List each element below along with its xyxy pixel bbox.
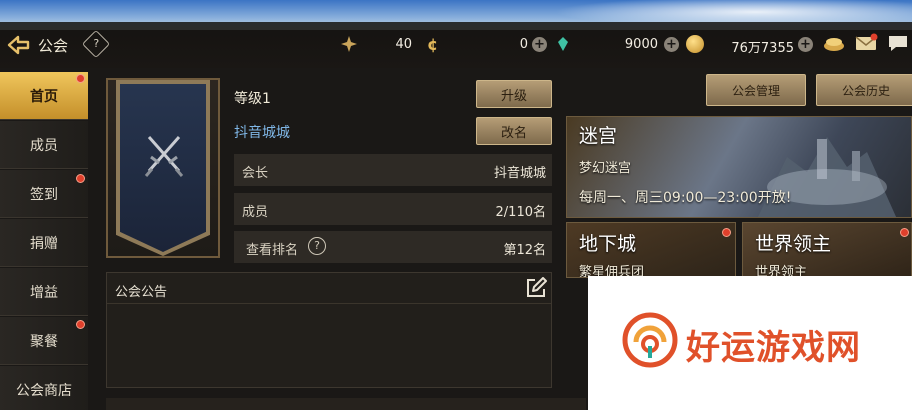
treasure-icon[interactable] <box>822 32 846 54</box>
dinner-badge <box>76 320 85 329</box>
page-title: 公会 <box>38 37 69 55</box>
gold-value: 76万7355 <box>731 41 794 56</box>
sidebar-item-members[interactable]: 成员 <box>0 121 88 169</box>
checkin-badge <box>76 174 85 183</box>
leader-row: 会长 抖音城城 <box>234 154 552 186</box>
sidebar-item-label: 聚餐 <box>30 333 58 350</box>
sidebar-item-label: 首页 <box>30 88 58 105</box>
coin-value: 0 <box>519 37 528 52</box>
bottom-panel-strip <box>106 398 586 410</box>
sidebar-item-label: 签到 <box>30 186 58 203</box>
sidebar-item-checkin[interactable]: 签到 <box>0 170 88 218</box>
world-boss-card[interactable]: 世界领主 世界领主 <box>742 222 912 278</box>
help-icon[interactable]: ? <box>81 29 111 59</box>
help-glyph: ? <box>93 37 100 51</box>
notice-divider <box>107 303 551 304</box>
members-row: 成员 2/110名 <box>234 193 552 225</box>
sidebar-item-dinner[interactable]: 聚餐 <box>0 317 88 365</box>
coin-icon: ¢ <box>424 35 442 54</box>
crystal-value: 9000 <box>624 37 658 52</box>
maze-card[interactable]: 迷宫 梦幻迷宫 每周一、周三09:00—23:00开放! <box>566 116 912 218</box>
watermark-logo-icon <box>622 312 678 368</box>
add-gold-icon[interactable]: + <box>798 37 813 52</box>
sidebar-item-guild-shop[interactable]: 公会商店 <box>0 366 88 410</box>
stamina-value: 40 <box>395 37 412 52</box>
rank-row[interactable]: 查看排名 ? 第12名 <box>234 231 552 263</box>
guild-notice-panel: 公会公告 <box>106 272 552 388</box>
leader-value: 抖音城城 <box>493 166 546 181</box>
top-bar: 公会 ? 40 ¢ 0 + 9000 + 76万7355 + <box>0 22 912 68</box>
guild-manage-button[interactable]: 公会管理 <box>706 74 806 106</box>
notice-title: 公会公告 <box>115 285 168 300</box>
edit-icon[interactable] <box>525 277 547 299</box>
leader-label: 会长 <box>242 166 269 181</box>
add-crystal-icon[interactable]: + <box>664 37 679 52</box>
crystal-icon <box>554 35 572 53</box>
rank-value: 第12名 <box>503 243 546 258</box>
guild-name: 抖音城城 <box>234 125 290 141</box>
maze-title: 迷宫 <box>579 125 618 147</box>
sidebar-item-label: 增益 <box>30 284 58 301</box>
world-boss-title: 世界领主 <box>755 233 832 255</box>
crossed-swords-icon <box>143 133 185 179</box>
dungeon-card[interactable]: 地下城 繁星佣兵团 <box>566 222 736 278</box>
maze-subtitle: 梦幻迷宫 <box>579 161 632 176</box>
sidebar: 首页 成员 签到 捐赠 增益 聚餐 公会商店 <box>0 70 88 410</box>
sidebar-item-label: 公会商店 <box>16 382 72 399</box>
dungeon-badge <box>722 228 731 237</box>
members-value: 2/110名 <box>495 205 546 220</box>
upgrade-button[interactable]: 升级 <box>476 80 552 108</box>
home-badge <box>76 74 85 83</box>
chat-icon[interactable] <box>886 32 910 54</box>
watermark-text: 好运游戏网 <box>686 328 861 368</box>
back-arrow-icon[interactable] <box>6 34 30 56</box>
dungeon-title: 地下城 <box>579 233 637 255</box>
rank-label: 查看排名 <box>246 243 299 258</box>
sidebar-item-home[interactable]: 首页 <box>0 72 88 120</box>
guild-history-button[interactable]: 公会历史 <box>816 74 912 106</box>
svg-text:¢: ¢ <box>427 35 438 53</box>
guild-level: 等级1 <box>234 91 271 107</box>
add-coin-icon[interactable]: + <box>532 37 547 52</box>
maze-schedule: 每周一、周三09:00—23:00开放! <box>579 190 792 206</box>
sidebar-item-donate[interactable]: 捐赠 <box>0 219 88 267</box>
sidebar-item-buff[interactable]: 增益 <box>0 268 88 316</box>
world-boss-badge <box>900 228 909 237</box>
rename-button[interactable]: 改名 <box>476 117 552 145</box>
gold-icon <box>686 35 704 53</box>
sidebar-item-label: 捐赠 <box>30 235 58 252</box>
sidebar-item-label: 成员 <box>30 137 58 154</box>
rank-help-icon[interactable]: ? <box>308 237 326 255</box>
members-label: 成员 <box>242 205 269 220</box>
mail-icon[interactable] <box>854 32 878 54</box>
stamina-icon <box>340 35 358 53</box>
